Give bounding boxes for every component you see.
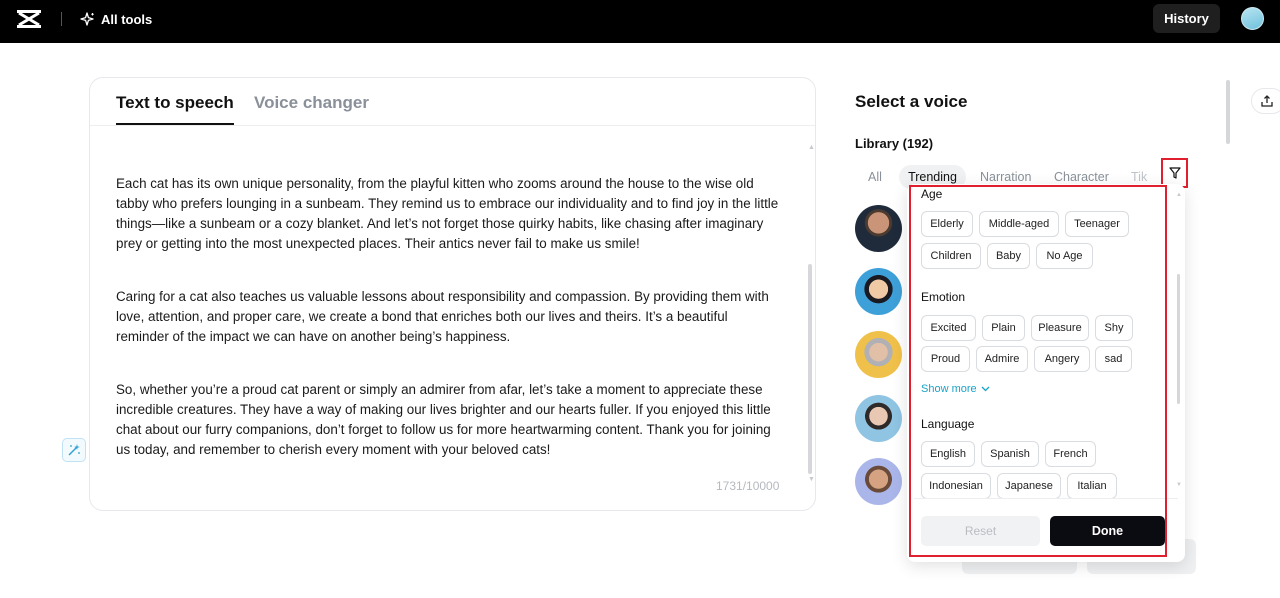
all-tools-label: All tools <box>101 11 153 27</box>
text-editor-card: Text to speech Voice changer Each cat ha… <box>89 77 816 511</box>
age-chip-teenager[interactable]: Teenager <box>1065 211 1129 237</box>
voice-avatar[interactable] <box>855 395 902 442</box>
voice-avatar[interactable] <box>855 458 902 505</box>
text-paragraph[interactable]: So, whether you’re a proud cat parent or… <box>116 380 784 460</box>
top-bar: All tools History <box>0 0 1280 43</box>
magic-wand-button[interactable] <box>62 438 86 462</box>
scroll-down-arrow-icon[interactable]: ▼ <box>1176 482 1182 488</box>
capcut-logo-icon[interactable] <box>17 10 41 28</box>
scroll-down-arrow-icon[interactable]: ▼ <box>808 476 815 483</box>
sparkle-icon <box>80 11 94 26</box>
language-chip-french[interactable]: French <box>1045 441 1096 467</box>
select-voice-title: Select a voice <box>855 92 968 111</box>
history-button[interactable]: History <box>1153 4 1220 33</box>
emotion-chip-pleasure[interactable]: Pleasure <box>1031 315 1089 341</box>
upload-float-button[interactable] <box>1251 88 1280 114</box>
text-paragraph[interactable]: Caring for a cat also teaches us valuabl… <box>116 287 784 347</box>
emotion-section-label: Emotion <box>921 290 966 304</box>
voice-avatar[interactable] <box>855 268 902 315</box>
library-label: Library (192) <box>855 136 934 151</box>
show-more-label: Show more <box>921 383 977 395</box>
scroll-up-arrow-icon[interactable]: ▲ <box>1176 192 1182 198</box>
dropdown-divider <box>914 498 1178 499</box>
editor-divider <box>90 125 815 126</box>
done-button[interactable]: Done <box>1050 516 1165 546</box>
text-paragraph[interactable]: Each cat has its own unique personality,… <box>116 174 784 254</box>
dropdown-scrollbar[interactable] <box>1177 274 1180 404</box>
age-chip-middle-aged[interactable]: Middle-aged <box>979 211 1059 237</box>
emotion-chip-sad[interactable]: sad <box>1095 346 1132 372</box>
age-chip-baby[interactable]: Baby <box>987 243 1030 269</box>
editor-scrollbar[interactable] <box>808 264 812 474</box>
emotion-chip-excited[interactable]: Excited <box>921 315 976 341</box>
emotion-chip-shy[interactable]: Shy <box>1095 315 1133 341</box>
upload-icon <box>1261 95 1273 107</box>
age-chip-children[interactable]: Children <box>921 243 981 269</box>
all-tools-button[interactable]: All tools <box>80 11 152 27</box>
language-chip-spanish[interactable]: Spanish <box>981 441 1039 467</box>
topbar-divider <box>61 12 62 26</box>
filter-icon <box>1168 167 1181 179</box>
language-section-label: Language <box>921 417 975 431</box>
voice-avatar[interactable] <box>855 331 902 378</box>
emotion-chip-admire[interactable]: Admire <box>976 346 1028 372</box>
language-chip-english[interactable]: English <box>921 441 975 467</box>
language-chip-italian[interactable]: Italian <box>1067 473 1117 499</box>
reset-button[interactable]: Reset <box>921 516 1040 546</box>
category-tab-all[interactable]: All <box>868 165 882 189</box>
user-avatar[interactable] <box>1241 7 1264 30</box>
voice-avatar[interactable] <box>855 205 902 252</box>
tab-text-to-speech[interactable]: Text to speech <box>116 93 234 113</box>
chevron-down-icon <box>981 386 990 392</box>
emotion-chip-angery[interactable]: Angery <box>1034 346 1090 372</box>
age-section-label: Age <box>921 187 943 201</box>
language-chip-indonesian[interactable]: Indonesian <box>921 473 991 499</box>
age-chip-elderly[interactable]: Elderly <box>921 211 973 237</box>
show-more-link[interactable]: Show more <box>921 383 990 395</box>
scroll-up-arrow-icon[interactable]: ▲ <box>808 144 815 151</box>
tab-voice-changer[interactable]: Voice changer <box>254 93 369 113</box>
page-scrollbar[interactable] <box>1226 80 1230 144</box>
age-chip-no-age[interactable]: No Age <box>1036 243 1093 269</box>
filter-dropdown: Age Elderly Middle-aged Teenager Childre… <box>907 184 1185 562</box>
emotion-chip-plain[interactable]: Plain <box>982 315 1025 341</box>
language-chip-japanese[interactable]: Japanese <box>997 473 1061 499</box>
magic-wand-icon <box>68 444 80 456</box>
character-count: 1731/10000 <box>716 479 780 493</box>
emotion-chip-proud[interactable]: Proud <box>921 346 970 372</box>
